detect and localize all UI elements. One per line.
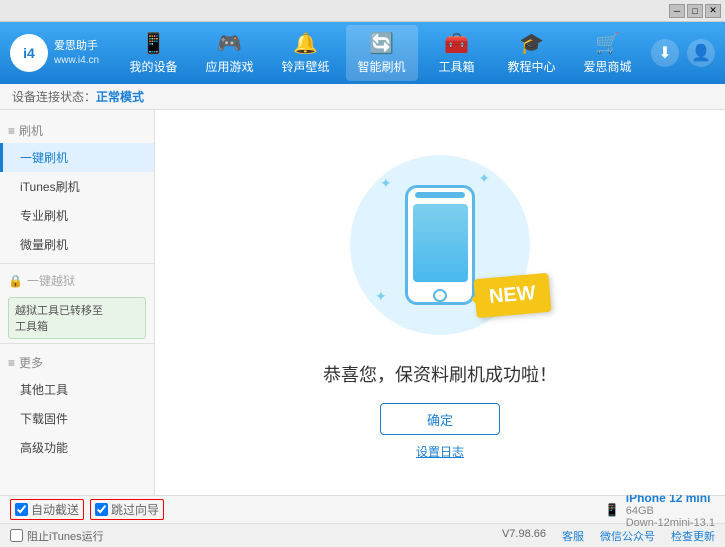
sidebar: ≡ 刷机 一键刷机 iTunes刷机 专业刷机 微量刷机 🔒 一键越狱 越狱工具… bbox=[0, 110, 155, 495]
skip-wizard-checkbox[interactable] bbox=[95, 503, 108, 516]
status-bar: 设备连接状态： 正常模式 bbox=[0, 84, 725, 110]
nav-smart-shop[interactable]: 🔄 智能刷机 bbox=[346, 25, 418, 81]
check-update-link[interactable]: 检查更新 bbox=[671, 528, 715, 544]
more-section-icon: ≡ bbox=[8, 356, 15, 370]
device-storage: 64GB bbox=[626, 505, 715, 517]
flash-section-icon: ≡ bbox=[8, 124, 15, 138]
title-bar: ─ □ ✕ bbox=[0, 0, 725, 22]
close-button[interactable]: ✕ bbox=[705, 4, 721, 18]
sidebar-item-download-firmware[interactable]: 下载固件 bbox=[0, 404, 154, 433]
nav-my-device[interactable]: 📱 我的设备 bbox=[117, 25, 189, 81]
nav-toolbox[interactable]: 🧰 工具箱 bbox=[422, 25, 492, 81]
shop-icon: 🛒 bbox=[595, 31, 620, 56]
auto-send-label: 自动截送 bbox=[31, 501, 79, 518]
sidebar-section-flash: ≡ 刷机 bbox=[0, 118, 154, 143]
phone-home-button bbox=[433, 289, 447, 302]
phone-body bbox=[405, 185, 475, 305]
status-label: 设备连接状态： bbox=[12, 88, 96, 105]
my-device-icon: 📱 bbox=[141, 31, 166, 56]
homepage-link[interactable]: 设置日志 bbox=[416, 443, 464, 460]
footer-bar: 阻止iTunes运行 V7.98.66 客服 微信公众号 检查更新 bbox=[0, 523, 725, 547]
device-phone-icon: 📱 bbox=[605, 503, 620, 517]
nav-tutorial[interactable]: 🎓 教程中心 bbox=[496, 25, 568, 81]
apps-games-icon: 🎮 bbox=[217, 31, 242, 56]
phone-screen bbox=[413, 204, 468, 282]
sparkle-3: ✦ bbox=[375, 288, 387, 305]
user-button[interactable]: 👤 bbox=[687, 39, 715, 67]
sidebar-divider-1 bbox=[0, 263, 154, 264]
top-nav: i4 爱思助手 www.i4.cn 📱 我的设备 🎮 应用游戏 🔔 铃声壁纸 🔄… bbox=[0, 22, 725, 84]
wechat-link[interactable]: 微信公众号 bbox=[600, 528, 655, 544]
phone-illustration: ✦ ✦ ✦ NEW bbox=[340, 145, 540, 345]
ringtones-icon: 🔔 bbox=[293, 31, 318, 56]
phone-circle: ✦ ✦ ✦ NEW bbox=[350, 155, 530, 335]
smart-shop-icon: 🔄 bbox=[369, 31, 394, 56]
sidebar-item-one-key-flash[interactable]: 一键刷机 bbox=[0, 143, 154, 172]
bottom-bar: 自动截送 跳过向导 📱 iPhone 12 mini 64GB Down-12m… bbox=[0, 495, 725, 523]
download-button[interactable]: ⬇ bbox=[651, 39, 679, 67]
nav-ringtones[interactable]: 🔔 铃声壁纸 bbox=[269, 25, 341, 81]
main-area: ≡ 刷机 一键刷机 iTunes刷机 专业刷机 微量刷机 🔒 一键越狱 越狱工具… bbox=[0, 110, 725, 495]
logo-icon: i4 bbox=[10, 34, 48, 72]
sidebar-notice: 越狱工具已转移至 工具箱 bbox=[8, 297, 146, 339]
nav-shop[interactable]: 🛒 爱思商城 bbox=[572, 25, 644, 81]
checkbox-area: 自动截送 跳过向导 bbox=[10, 499, 597, 520]
lock-icon: 🔒 bbox=[8, 274, 23, 288]
new-badge: NEW bbox=[474, 273, 552, 318]
sidebar-item-other-tools[interactable]: 其他工具 bbox=[0, 375, 154, 404]
content-area: ✦ ✦ ✦ NEW 恭喜您，保资料刷机成功啦！ 确定 设置日志 bbox=[155, 110, 725, 495]
sidebar-item-pro-flash[interactable]: 专业刷机 bbox=[0, 201, 154, 230]
auto-send-checkbox[interactable] bbox=[15, 503, 28, 516]
confirm-button[interactable]: 确定 bbox=[380, 403, 500, 435]
footer-left: 阻止iTunes运行 bbox=[10, 528, 104, 544]
status-value: 正常模式 bbox=[96, 88, 144, 105]
logo-text: 爱思助手 www.i4.cn bbox=[54, 39, 99, 66]
sidebar-item-save-flash[interactable]: 微量刷机 bbox=[0, 230, 154, 259]
minimize-button[interactable]: ─ bbox=[669, 4, 685, 18]
skip-wizard-label: 跳过向导 bbox=[111, 501, 159, 518]
service-link[interactable]: 客服 bbox=[562, 528, 584, 544]
nav-apps-games[interactable]: 🎮 应用游戏 bbox=[193, 25, 265, 81]
window-controls: ─ □ ✕ bbox=[669, 4, 721, 18]
toolbox-icon: 🧰 bbox=[444, 31, 469, 56]
sidebar-jailbreak-section: 🔒 一键越狱 bbox=[0, 268, 154, 293]
footer-right: V7.98.66 客服 微信公众号 检查更新 bbox=[502, 528, 715, 544]
stop-itunes-checkbox[interactable] bbox=[10, 529, 23, 542]
sidebar-more-section: ≡ 更多 bbox=[0, 348, 154, 375]
sidebar-item-advanced[interactable]: 高级功能 bbox=[0, 433, 154, 462]
sparkle-2: ✦ bbox=[478, 170, 490, 187]
tutorial-icon: 🎓 bbox=[519, 31, 544, 56]
nav-right: ⬇ 👤 bbox=[651, 39, 715, 67]
sidebar-divider-2 bbox=[0, 343, 154, 344]
maximize-button[interactable]: □ bbox=[687, 4, 703, 18]
stop-itunes-label: 阻止iTunes运行 bbox=[27, 528, 104, 544]
success-text: 恭喜您，保资料刷机成功啦！ bbox=[323, 361, 557, 387]
auto-send-checkbox-wrapper: 自动截送 bbox=[10, 499, 84, 520]
nav-items: 📱 我的设备 🎮 应用游戏 🔔 铃声壁纸 🔄 智能刷机 🧰 工具箱 🎓 教程中心… bbox=[110, 25, 651, 81]
sidebar-item-itunes-flash[interactable]: iTunes刷机 bbox=[0, 172, 154, 201]
logo-area: i4 爱思助手 www.i4.cn bbox=[10, 34, 110, 72]
sparkle-1: ✦ bbox=[380, 175, 392, 192]
version-label: V7.98.66 bbox=[502, 528, 546, 544]
skip-wizard-checkbox-wrapper: 跳过向导 bbox=[90, 499, 164, 520]
